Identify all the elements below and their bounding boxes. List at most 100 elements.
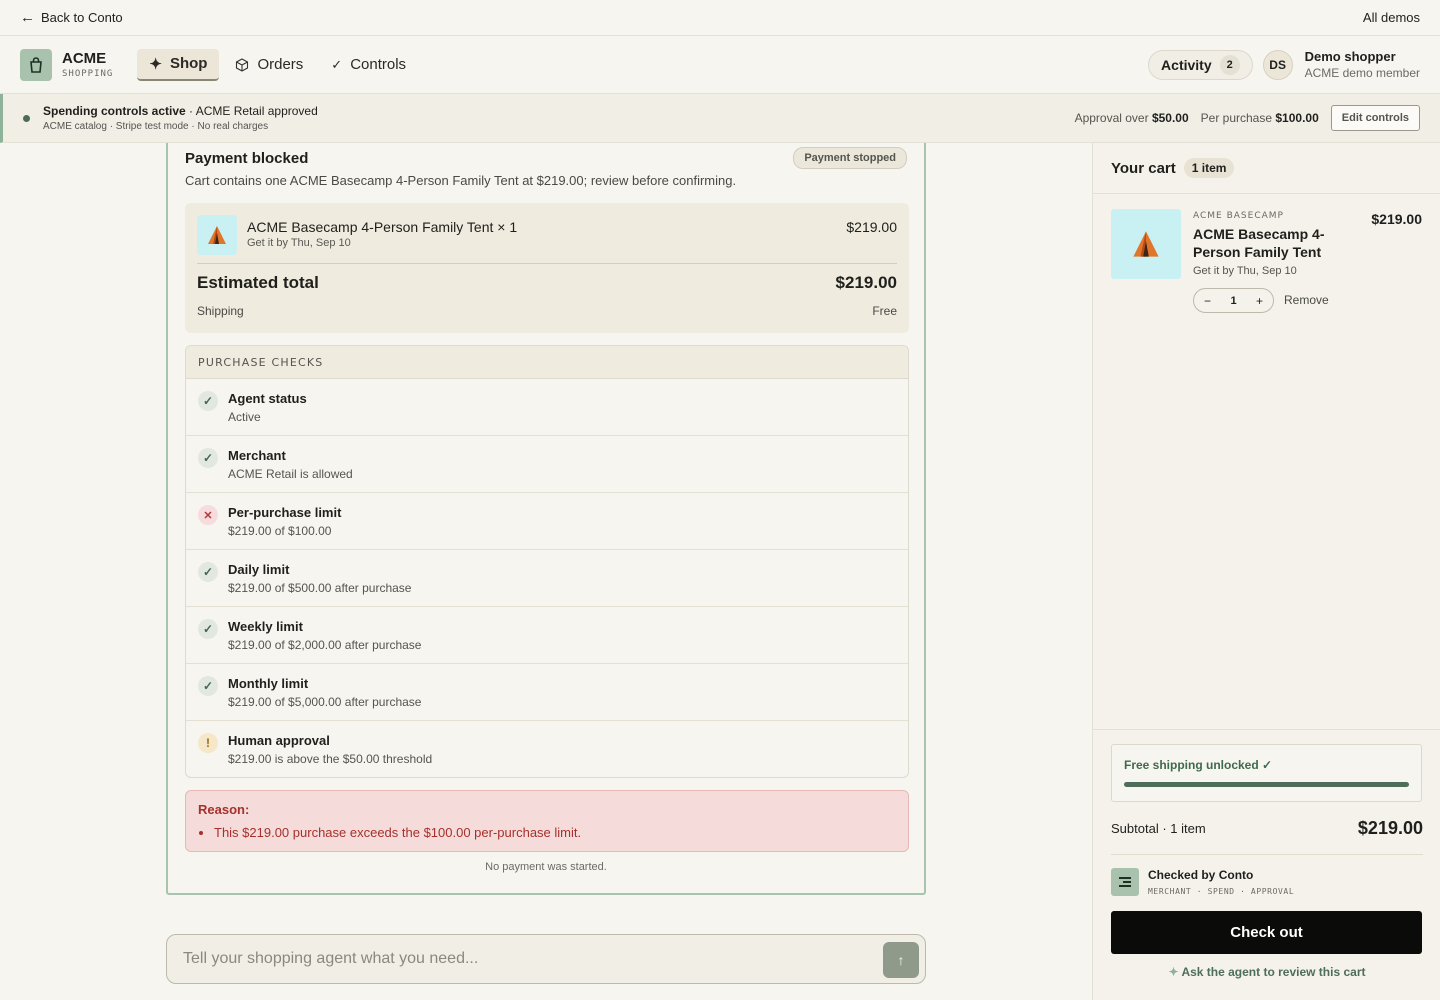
brand-sub: SHOPPING: [62, 69, 114, 79]
banner-status: Spending controls active · ACME Retail a…: [43, 104, 318, 118]
check-title: Weekly limit: [228, 619, 303, 634]
per-purchase-limit: Per purchase $100.00: [1201, 111, 1319, 125]
back-label: Back to Conto: [41, 10, 123, 25]
free-shipping-progress-bar: [1124, 782, 1409, 787]
main-nav: ACME SHOPPING ✦ Shop Orders ✓ Controls A…: [0, 36, 1440, 94]
check-title: Human approval: [228, 733, 330, 748]
tab-shop-label: Shop: [169, 55, 208, 72]
subtotal-row: Subtotal · 1 item $219.00: [1111, 818, 1423, 839]
brand-name: ACME: [62, 50, 107, 67]
nav-right: Activity 2 DS Demo shopper ACME demo mem…: [1148, 49, 1420, 80]
activity-button[interactable]: Activity 2: [1148, 49, 1253, 80]
tab-shop[interactable]: ✦ Shop: [137, 48, 220, 81]
status-badge: Payment stopped: [793, 147, 907, 169]
banner-subtext: ACME catalog · Stripe test mode · No rea…: [43, 121, 269, 132]
checked-text: Checked by Conto MERCHANT · SPEND · APPR…: [1148, 868, 1294, 896]
reason-list: This $219.00 purchase exceeds the $100.0…: [214, 825, 896, 840]
user-info: Demo shopper ACME demo member: [1305, 49, 1420, 80]
check-title: Agent status: [228, 391, 307, 406]
avatar[interactable]: DS: [1262, 49, 1293, 80]
cart-item-name[interactable]: ACME Basecamp 4-Person Family Tent: [1193, 225, 1343, 261]
check-pass-icon: ✓: [198, 448, 218, 468]
activity-label: Activity: [1161, 56, 1212, 73]
all-demos-link[interactable]: All demos: [1363, 10, 1420, 25]
edit-controls-button[interactable]: Edit controls: [1330, 105, 1420, 131]
checked-sub: MERCHANT · SPEND · APPROVAL: [1148, 887, 1295, 896]
approval-label: Approval over: [1074, 111, 1149, 125]
check-pass-icon: ✓: [198, 676, 218, 696]
reason-item: This $219.00 purchase exceeds the $100.0…: [214, 825, 896, 840]
checked-by-conto: Checked by Conto MERCHANT · SPEND · APPR…: [1111, 854, 1423, 896]
item-price: $219.00: [846, 219, 897, 235]
check-merchant: ✓ Merchant ACME Retail is allowed: [186, 436, 908, 493]
check-title: Daily limit: [228, 562, 290, 577]
ask-agent-review-link[interactable]: ✦ Ask the agent to review this cart: [1093, 965, 1440, 979]
increment-button[interactable]: +: [1256, 294, 1263, 308]
prompt-input[interactable]: [183, 950, 863, 968]
estimated-total-label: Estimated total: [197, 273, 319, 292]
tab-orders-label: Orders: [257, 56, 304, 73]
sparkle-icon: ✦: [149, 55, 162, 73]
box-icon: [236, 57, 249, 72]
user-role: ACME demo member: [1304, 66, 1420, 80]
check-icon: ✓: [331, 56, 343, 72]
tent-icon: [197, 215, 237, 255]
send-button[interactable]: ↑: [883, 942, 919, 978]
shipping-value: Free: [872, 304, 897, 318]
subtotal-label: Subtotal · 1 item: [1111, 821, 1206, 836]
item-delivery: Get it by Thu, Sep 10: [247, 237, 351, 249]
ask-agent-label: Ask the agent to review this cart: [1181, 965, 1366, 979]
order-summary: ACME Basecamp 4-Person Family Tent × 1 G…: [185, 203, 909, 333]
cart-count-badge: 1 item: [1183, 158, 1235, 178]
estimated-total-value: $219.00: [835, 273, 897, 292]
card-title: Payment blocked: [185, 149, 309, 167]
checked-title: Checked by Conto: [1148, 868, 1254, 882]
purchase-checks-header: PURCHASE CHECKS: [186, 346, 908, 379]
quantity-value: 1: [1230, 294, 1237, 307]
check-title: Monthly limit: [228, 676, 309, 691]
banner-text: Spending controls active · ACME Retail a…: [43, 104, 318, 132]
check-warning-icon: !: [198, 733, 218, 753]
status-dot: [23, 114, 30, 122]
decrement-button[interactable]: −: [1204, 294, 1211, 308]
cart-header: Your cart 1 item: [1093, 143, 1440, 194]
cart-item: ACME BASECAMP ACME Basecamp 4-Person Fam…: [1111, 209, 1422, 329]
item-name: ACME Basecamp 4-Person Family Tent × 1: [247, 219, 518, 235]
tent-icon[interactable]: [1111, 209, 1181, 279]
card-description: Cart contains one ACME Basecamp 4-Person…: [185, 173, 737, 188]
nav-tabs: ✦ Shop Orders ✓ Controls: [137, 48, 418, 81]
tab-controls[interactable]: ✓ Controls: [319, 49, 418, 81]
check-detail: Active: [228, 410, 261, 424]
purchase-checks: PURCHASE CHECKS ✓ Agent status Active ✓ …: [185, 345, 909, 778]
free-shipping-progress-fill: [1124, 782, 1409, 787]
check-per-purchase-limit: ✕ Per-purchase limit $219.00 of $100.00: [186, 493, 908, 550]
agent-prompt: ↑: [166, 934, 926, 984]
check-monthly-limit: ✓ Monthly limit $219.00 of $5,000.00 aft…: [186, 664, 908, 721]
sparkle-icon: ✦: [1168, 965, 1179, 979]
back-to-conto-link[interactable]: ← Back to Conto: [20, 10, 123, 25]
tab-orders[interactable]: Orders: [223, 49, 315, 81]
shopping-bag-icon[interactable]: [20, 48, 52, 81]
banner-status-rest: · ACME Retail approved: [185, 104, 318, 118]
subtotal-value: $219.00: [1357, 818, 1423, 838]
conto-logo-icon: [1111, 868, 1139, 896]
activity-count-badge: 2: [1219, 54, 1240, 75]
check-detail: $219.00 of $500.00 after purchase: [228, 581, 412, 595]
spending-controls-banner: Spending controls active · ACME Retail a…: [0, 94, 1440, 143]
checkout-button[interactable]: Check out: [1111, 911, 1422, 954]
free-shipping-label: Free shipping unlocked ✓: [1124, 758, 1273, 772]
check-agent-status: ✓ Agent status Active: [186, 379, 908, 436]
tab-controls-label: Controls: [350, 56, 407, 73]
remove-button[interactable]: Remove: [1284, 293, 1329, 307]
shipping-label: Shipping: [197, 304, 244, 318]
banner-limits: Approval over $50.00 Per purchase $100.0…: [1075, 105, 1420, 131]
banner-status-bold: Spending controls active: [43, 104, 186, 118]
divider: [197, 263, 897, 264]
cart-footer: Free shipping unlocked ✓ Subtotal · 1 it…: [1093, 729, 1440, 1000]
check-detail: $219.00 of $100.00: [228, 524, 332, 538]
check-detail: $219.00 of $5,000.00 after purchase: [228, 695, 422, 709]
check-fail-icon: ✕: [198, 505, 218, 525]
check-title: Merchant: [228, 448, 286, 463]
check-title: Per-purchase limit: [228, 505, 342, 520]
check-daily-limit: ✓ Daily limit $219.00 of $500.00 after p…: [186, 550, 908, 607]
